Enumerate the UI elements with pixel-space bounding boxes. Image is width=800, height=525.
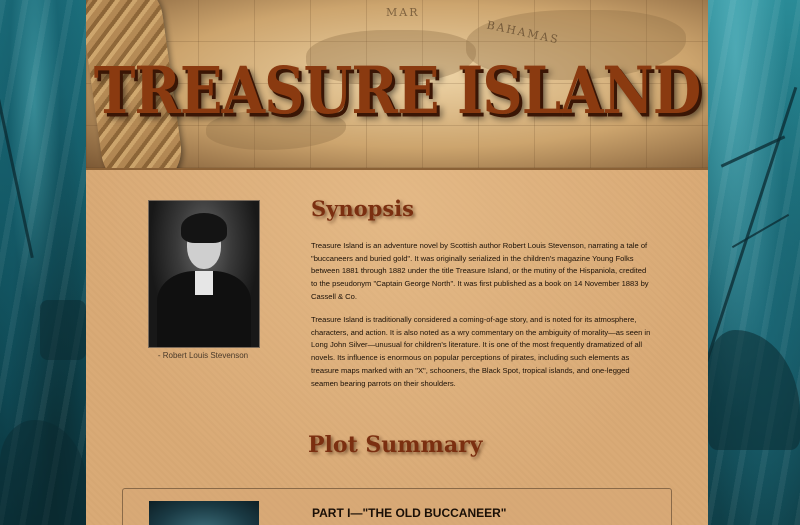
plot-part-card: PART I—"THE OLD BUCCANEER" [122, 488, 672, 525]
part-title: PART I—"THE OLD BUCCANEER" [312, 506, 507, 520]
underwater-background-left [0, 0, 86, 525]
underwater-shipwreck-background-right [708, 0, 800, 525]
site-title: TREASURE ISLAND [93, 53, 702, 129]
synopsis-paragraph: Treasure Island is an adventure novel by… [311, 241, 649, 301]
main-content: MAR BAHAMAS TREASURE ISLAND - Robert Lou… [86, 0, 708, 525]
plot-summary-heading: Plot Summary [308, 432, 483, 458]
map-label: MAR [386, 6, 420, 19]
portrait-caption: - Robert Louis Stevenson [157, 351, 249, 360]
header-banner: MAR BAHAMAS TREASURE ISLAND [86, 0, 708, 170]
part-thumbnail-image [149, 501, 259, 525]
author-portrait [148, 200, 260, 348]
synopsis-heading: Synopsis [311, 196, 414, 221]
synopsis-paragraph: Treasure Island is traditionally conside… [311, 315, 651, 388]
